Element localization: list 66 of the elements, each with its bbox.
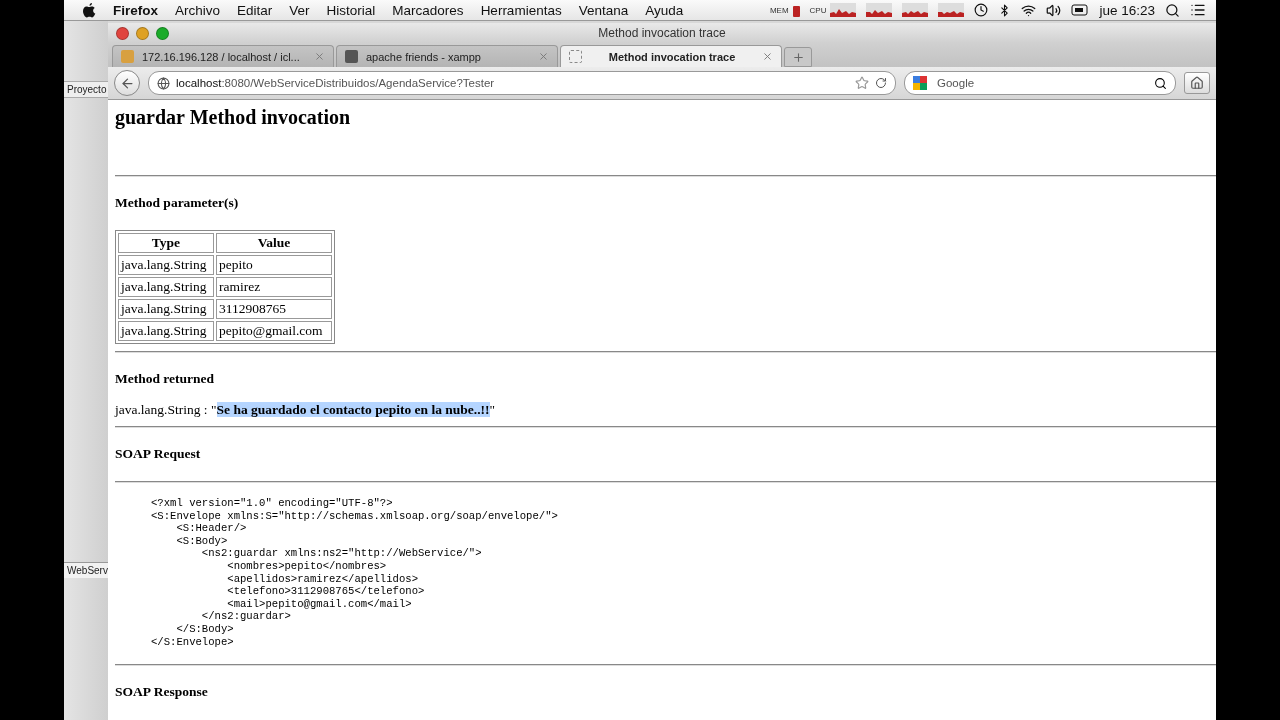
soap-request-code: <?xml version="1.0" encoding="UTF-8"?> <S:Envelope xmlns:S="http://schemas.xmlsoap.org/soap/envelope/"> <S:Header/> <S:Body> <ns2:guardar xmlns:ns2="http://WebService/"> <nombres>pepito</nombres> <apellidos>ramirez</apellidos> <telefono>3112908765</telefono> <mail>pepito@gmail.com</mail> </ns2:guardar> </S:Body> </S:Envelope>	[151, 497, 559, 649]
search-bar[interactable]: Google	[904, 71, 1176, 95]
window-title: Method invocation trace	[597, 26, 727, 40]
monitor-label: MEM	[769, 5, 789, 15]
menu-item[interactable]: Historial	[326, 2, 376, 18]
close-icon[interactable]	[762, 51, 773, 62]
globe-icon	[157, 76, 170, 90]
menu-item[interactable]: Archivo	[175, 2, 221, 18]
section-heading: SOAP Request	[115, 446, 202, 462]
table-cell: java.lang.String	[118, 255, 214, 275]
section-heading: Method parameter(s)	[115, 195, 240, 211]
apple-icon[interactable]	[82, 2, 96, 18]
cpu-graph-icon	[938, 3, 965, 17]
return-value: java.lang.String : "Se ha guardado el contacto pepito en la nube..!!"	[115, 402, 497, 418]
table-cell: pepito@gmail.com	[216, 321, 332, 341]
search-field[interactable]: Google	[935, 76, 1148, 90]
search-engine-icon	[913, 76, 929, 90]
section-heading: Method returned	[115, 371, 216, 387]
app-menu[interactable]: Firefox	[113, 2, 158, 18]
cpu-graph-icon	[830, 3, 857, 17]
table-cell: 3112908765	[216, 299, 332, 319]
menu-item[interactable]: Ayuda	[645, 2, 684, 18]
menu-item[interactable]: Ventana	[578, 2, 629, 18]
plus-icon	[791, 50, 805, 64]
reload-icon[interactable]	[875, 77, 887, 89]
home-button[interactable]	[1184, 72, 1210, 94]
wifi-icon[interactable]	[1021, 2, 1037, 18]
url-field[interactable]: localhost:8080/WebServiceDistribuidos/AgendaService?Tester	[148, 71, 896, 95]
bookmark-star-icon[interactable]	[855, 76, 869, 90]
menu-icon[interactable]	[1190, 2, 1206, 18]
column-header: Type	[118, 233, 214, 253]
column-header: Value	[216, 233, 332, 253]
table-cell: java.lang.String	[118, 277, 214, 297]
battery-icon[interactable]	[1071, 4, 1090, 16]
panel-tab[interactable]: WebServ	[64, 562, 108, 578]
back-button[interactable]	[114, 70, 140, 96]
zoom-button[interactable]	[156, 26, 169, 40]
table-cell: ramirez	[216, 277, 332, 297]
cpu-graph-icon	[866, 3, 893, 17]
table-cell: java.lang.String	[118, 321, 214, 341]
clock[interactable]: jue 16:23	[1099, 2, 1155, 18]
panel-tab[interactable]: Proyecto	[64, 81, 108, 98]
menu-item[interactable]: Editar	[237, 2, 273, 18]
table-cell: java.lang.String	[118, 299, 214, 319]
volume-icon[interactable]	[1046, 2, 1062, 18]
menu-item[interactable]: Ver	[289, 2, 310, 18]
close-button[interactable]	[116, 26, 129, 40]
table-cell: pepito	[216, 255, 332, 275]
search-icon[interactable]	[1154, 76, 1167, 90]
page-heading: guardar Method invocation	[115, 106, 352, 129]
new-tab-button[interactable]	[784, 47, 812, 67]
favicon-icon	[345, 50, 358, 63]
search-icon[interactable]	[1165, 2, 1180, 18]
home-icon	[1190, 76, 1204, 90]
browser-tab[interactable]: Method invocation trace	[560, 45, 782, 67]
menu-item[interactable]: Herramientas	[480, 2, 562, 18]
favicon-icon	[121, 50, 134, 63]
monitor-label: CPU	[809, 5, 827, 15]
section-heading: SOAP Response	[115, 684, 209, 701]
browser-tab[interactable]: 172.16.196.128 / localhost / icl...	[112, 45, 334, 67]
memory-meter-icon	[792, 3, 800, 17]
minimize-button[interactable]	[136, 26, 149, 40]
cpu-graph-icon	[902, 3, 929, 17]
menu-item[interactable]: Marcadores	[392, 2, 464, 18]
browser-tab[interactable]: apache friends - xampp	[336, 45, 558, 67]
favicon-icon	[569, 50, 582, 63]
